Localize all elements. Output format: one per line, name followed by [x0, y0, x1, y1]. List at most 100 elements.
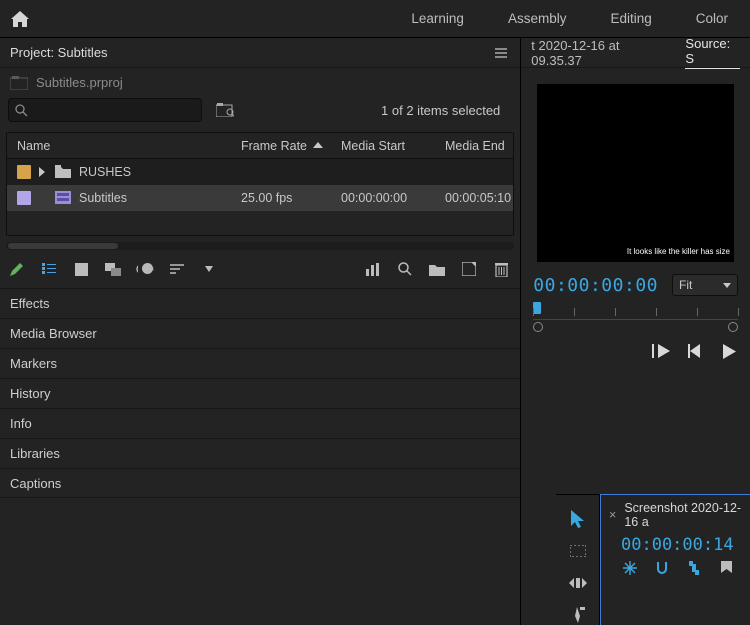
- label-chip: [17, 191, 31, 205]
- selection-tool[interactable]: [567, 509, 589, 529]
- ripple-edit-tool[interactable]: [567, 573, 589, 593]
- snap-button[interactable]: [653, 559, 671, 577]
- go-in-icon: [652, 344, 670, 358]
- search-icon: [15, 104, 28, 117]
- panel-tab-effects[interactable]: Effects: [0, 288, 520, 318]
- freeform-view-button[interactable]: [104, 260, 122, 278]
- source-timecode[interactable]: 00:00:00:00: [533, 275, 658, 296]
- ripple-icon: [569, 578, 587, 588]
- stacked-panels: Effects Media Browser Markers History In…: [0, 288, 520, 498]
- track-select-icon: [570, 545, 586, 557]
- play-button[interactable]: [720, 342, 738, 360]
- close-tab-button[interactable]: ×: [609, 508, 616, 522]
- panel-menu-button[interactable]: [492, 44, 510, 62]
- home-icon: [11, 11, 29, 27]
- link-icon: [687, 561, 701, 575]
- col-media-start[interactable]: Media Start: [331, 139, 435, 153]
- linked-selection-button[interactable]: [685, 559, 703, 577]
- timeline-timecode[interactable]: 00:00:00:14: [621, 535, 742, 555]
- workspace-tab-learning[interactable]: Learning: [389, 0, 486, 38]
- automate-to-seq-button[interactable]: [364, 260, 382, 278]
- icon-view-button[interactable]: [72, 260, 90, 278]
- workspace-tab-assembly[interactable]: Assembly: [486, 0, 589, 38]
- timeline-sequence-tab[interactable]: × Screenshot 2020-12-16 a: [609, 501, 742, 529]
- snowflake-icon: [623, 561, 637, 575]
- circle-icon: [136, 264, 138, 274]
- sequence-icon: [55, 191, 71, 205]
- table-row[interactable]: Subtitles 25.00 fps 00:00:00:00 00:00:05…: [7, 185, 513, 211]
- panel-tab-media-browser[interactable]: Media Browser: [0, 318, 520, 348]
- workspace-tab-color[interactable]: Color: [674, 0, 750, 38]
- caption-overlay: It looks like the killer has size: [627, 247, 730, 256]
- project-panel: Project: Subtitles Subtitles.prproj 1 of…: [0, 38, 521, 625]
- row-name: Subtitles: [79, 191, 127, 205]
- step-back-button[interactable]: [686, 342, 704, 360]
- folder-icon: [55, 165, 71, 179]
- app-topbar: Learning Assembly Editing Color: [0, 0, 750, 38]
- sort-button[interactable]: [168, 260, 186, 278]
- playhead[interactable]: [533, 302, 541, 314]
- delete-button[interactable]: [492, 260, 510, 278]
- new-item-button[interactable]: [460, 260, 478, 278]
- source-range-bar[interactable]: [533, 322, 738, 334]
- freeform-icon: [105, 263, 121, 276]
- sort-icon: [170, 264, 184, 275]
- horizontal-scrollbar[interactable]: [6, 242, 514, 250]
- bin-search-icon: [216, 103, 234, 117]
- hamburger-icon: [495, 48, 507, 58]
- source-monitor-viewport[interactable]: It looks like the killer has size: [537, 84, 734, 262]
- play-icon: [723, 344, 736, 359]
- bars-icon: [366, 263, 380, 276]
- panel-tab-markers[interactable]: Markers: [0, 348, 520, 378]
- timeline-panel: × Screenshot 2020-12-16 a 00:00:00:14: [556, 494, 750, 625]
- timeline-tool-palette: [556, 494, 600, 625]
- table-row[interactable]: RUSHES: [7, 159, 513, 185]
- zoom-slider[interactable]: [136, 260, 154, 278]
- project-toolbar: [0, 250, 520, 288]
- sort-asc-icon: [313, 142, 323, 150]
- label-chip: [17, 165, 31, 179]
- grid-icon: [75, 263, 88, 276]
- folder-icon: [429, 263, 445, 276]
- col-name[interactable]: Name: [7, 139, 231, 153]
- project-search-input[interactable]: [8, 98, 202, 122]
- source-time-ruler[interactable]: [533, 304, 738, 320]
- marker-button[interactable]: [717, 559, 735, 577]
- source-clip-tab[interactable]: t 2020-12-16 at 09.35.37: [531, 38, 667, 68]
- panel-tab-libraries[interactable]: Libraries: [0, 438, 520, 468]
- write-mode-button[interactable]: [8, 260, 26, 278]
- timeline-main: × Screenshot 2020-12-16 a 00:00:00:14: [600, 494, 750, 625]
- razor-tool[interactable]: [567, 605, 589, 625]
- go-to-in-button[interactable]: [652, 342, 670, 360]
- panel-tab-captions[interactable]: Captions: [0, 468, 520, 498]
- source-transport: [521, 334, 750, 368]
- panel-tab-history[interactable]: History: [0, 378, 520, 408]
- track-select-tool[interactable]: [567, 541, 589, 561]
- col-frame-rate[interactable]: Frame Rate: [231, 139, 331, 153]
- sort-menu-button[interactable]: [200, 260, 218, 278]
- home-button[interactable]: [0, 0, 40, 38]
- sequence-tab-label: Screenshot 2020-12-16 a: [624, 501, 742, 529]
- insert-mode-button[interactable]: [621, 559, 639, 577]
- row-name: RUSHES: [79, 165, 131, 179]
- project-file-icon: [10, 76, 28, 90]
- project-panel-title: Project: Subtitles: [10, 45, 108, 60]
- find-button[interactable]: [396, 260, 414, 278]
- zoom-fit-select[interactable]: Fit: [672, 274, 738, 296]
- source-panel-tab[interactable]: Source: S: [685, 36, 740, 69]
- new-bin-search-button[interactable]: [216, 101, 234, 119]
- list-view-button[interactable]: [40, 260, 58, 278]
- workspace-tab-editing[interactable]: Editing: [588, 0, 673, 38]
- razor-icon: [571, 607, 585, 623]
- col-media-end[interactable]: Media End: [435, 139, 513, 153]
- project-file-name: Subtitles.prproj: [36, 75, 123, 90]
- chevron-down-icon: [205, 266, 213, 272]
- step-back-icon: [688, 344, 702, 358]
- panel-tab-info[interactable]: Info: [0, 408, 520, 438]
- chevron-right-icon[interactable]: [39, 167, 47, 177]
- new-bin-button[interactable]: [428, 260, 446, 278]
- chevron-down-icon: [723, 283, 731, 288]
- marker-icon: [721, 561, 732, 575]
- magnet-icon: [655, 561, 669, 575]
- project-panel-header: Project: Subtitles: [0, 38, 520, 68]
